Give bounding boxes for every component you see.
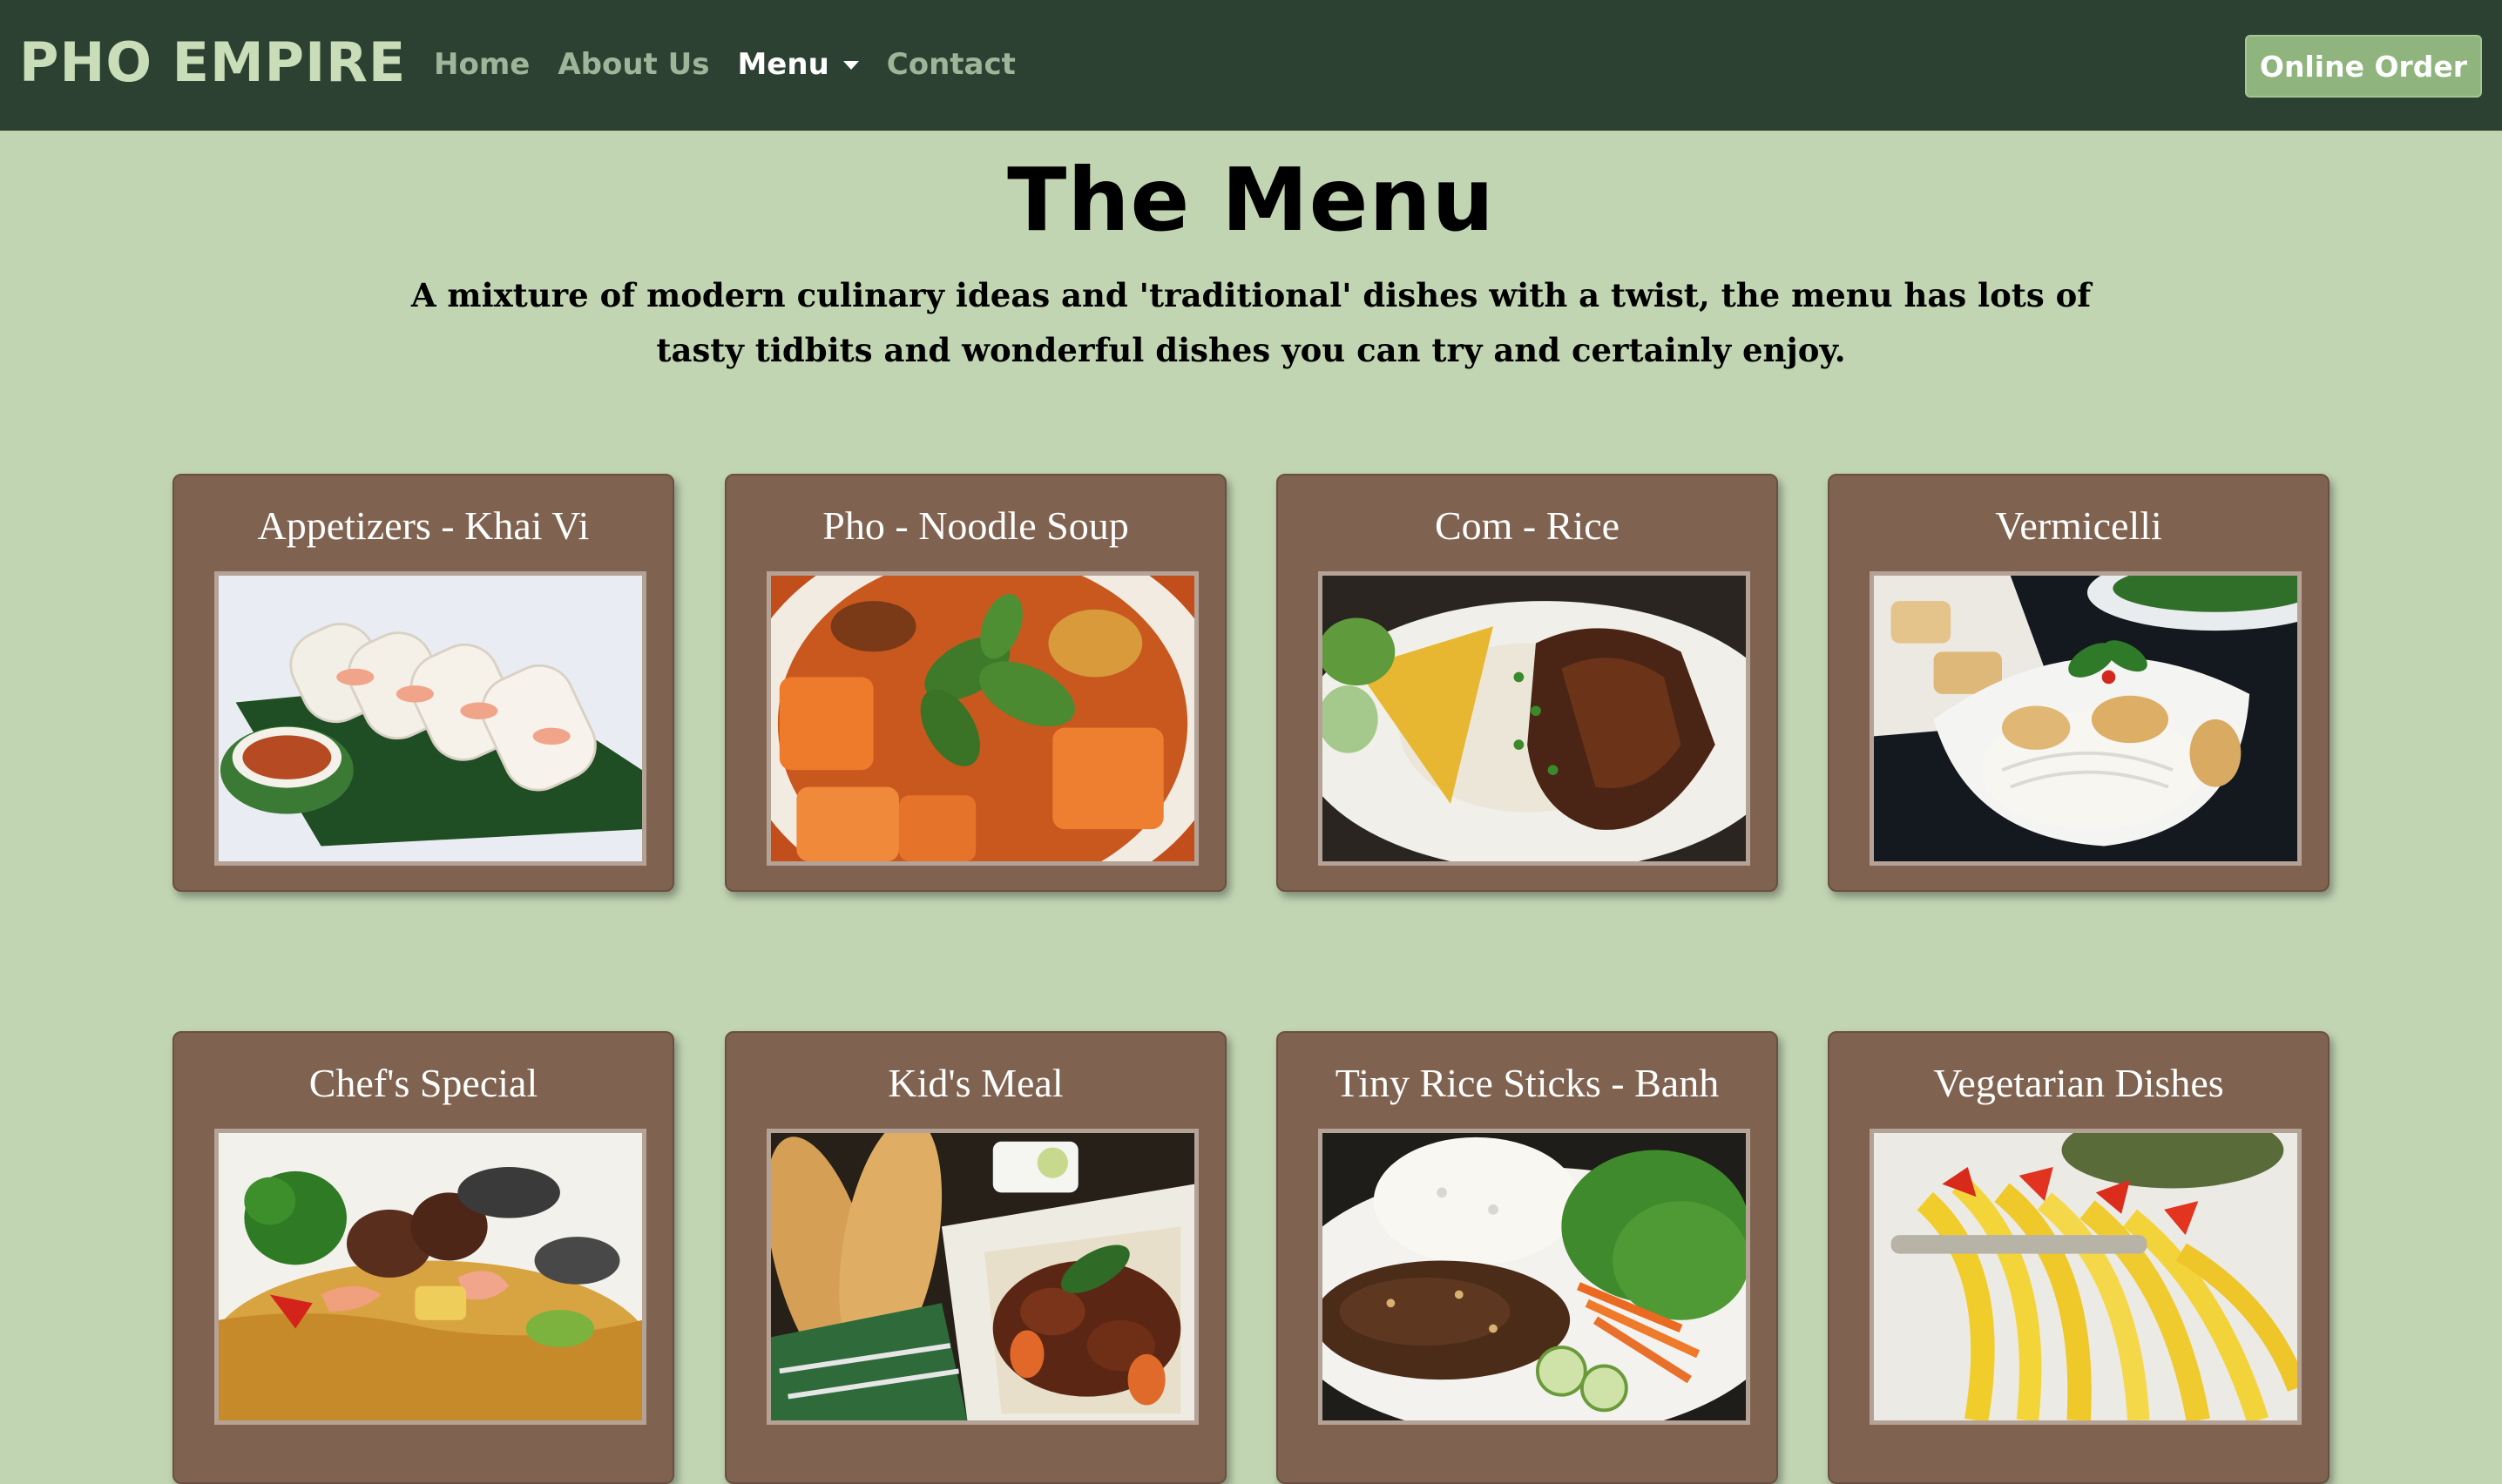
menu-card-title: Vegetarian Dishes bbox=[1933, 1061, 2224, 1105]
navbar: PHO EMPIRE Home About Us Menu Contact On… bbox=[0, 0, 2502, 131]
menu-card-title: Vermicelli bbox=[1995, 503, 2162, 548]
intro-text: A mixture of modern culinary ideas and '… bbox=[410, 276, 2092, 369]
nav-link-menu[interactable]: Menu bbox=[737, 47, 859, 82]
menu-card-tiny-rice-sticks[interactable]: Tiny Rice Sticks - Banh bbox=[1276, 1031, 1778, 1484]
menu-card-title: Kid's Meal bbox=[888, 1061, 1064, 1105]
menu-card-title: Chef's Special bbox=[308, 1061, 538, 1105]
vegetarian-image[interactable] bbox=[1870, 1129, 2302, 1425]
menu-card-title: Com - Rice bbox=[1434, 503, 1620, 548]
menu-card-title: Tiny Rice Sticks - Banh bbox=[1335, 1061, 1720, 1105]
menu-card-vermicelli[interactable]: Vermicelli bbox=[1828, 474, 2330, 892]
brand-logo[interactable]: PHO EMPIRE bbox=[19, 28, 406, 98]
tiny-rice-sticks-image[interactable] bbox=[1318, 1129, 1750, 1425]
appetizers-image[interactable] bbox=[214, 571, 646, 866]
menu-card-title: Pho - Noodle Soup bbox=[822, 503, 1129, 548]
menu-card-title: Appetizers - Khai Vi bbox=[257, 503, 590, 548]
nav-link-menu-label: Menu bbox=[737, 47, 829, 82]
menu-card-com-rice[interactable]: Com - Rice bbox=[1276, 474, 1778, 892]
online-order-button[interactable]: Online Order bbox=[2245, 35, 2482, 98]
menu-card-vegetarian[interactable]: Vegetarian Dishes bbox=[1828, 1031, 2330, 1484]
pho-image[interactable] bbox=[767, 571, 1199, 866]
chevron-down-icon bbox=[842, 61, 859, 70]
nav-links: Home About Us Menu Contact bbox=[434, 40, 1044, 89]
nav-link-home[interactable]: Home bbox=[434, 47, 530, 82]
menu-card-pho[interactable]: Pho - Noodle Soup bbox=[725, 474, 1227, 892]
com-rice-image[interactable] bbox=[1318, 571, 1750, 866]
menu-card-appetizers[interactable]: Appetizers - Khai Vi bbox=[172, 474, 674, 892]
menu-card-kids-meal[interactable]: Kid's Meal bbox=[725, 1031, 1227, 1484]
nav-link-about[interactable]: About Us bbox=[558, 47, 709, 82]
kids-meal-image[interactable] bbox=[767, 1129, 1199, 1425]
vermicelli-image[interactable] bbox=[1870, 571, 2302, 866]
page-title: The Menu bbox=[1007, 149, 1495, 251]
chefs-special-image[interactable] bbox=[214, 1129, 646, 1425]
menu-card-chefs-special[interactable]: Chef's Special bbox=[172, 1031, 674, 1484]
nav-link-contact[interactable]: Contact bbox=[887, 47, 1016, 82]
